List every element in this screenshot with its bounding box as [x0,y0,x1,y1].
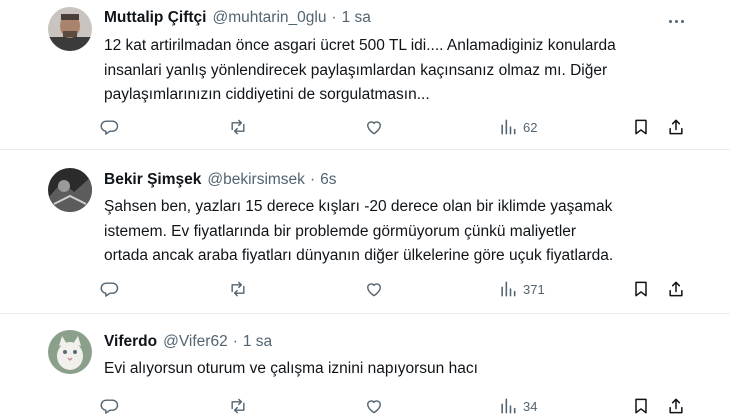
share-icon [669,398,683,414]
bookmark-button[interactable] [631,116,651,138]
reply-button[interactable] [100,116,120,138]
author-name[interactable]: Viferdo [104,333,157,351]
bookmark-icon [635,398,647,414]
tweet-text-line: ortada ancak araba fiyatları dünyanın di… [104,247,614,264]
views-icon [501,119,516,135]
reply-icon [100,399,119,414]
share-button[interactable] [666,395,686,417]
share-icon [669,119,683,135]
like-button[interactable] [364,278,384,300]
like-icon [367,121,381,135]
views-count: 371 [523,281,545,297]
like-button[interactable] [364,116,384,138]
reply-feed: Muttalip Çiftçi @muhtarin_0glu · 1 sa 12… [0,0,730,420]
tweet-actions: 371 [100,278,690,300]
timestamp[interactable]: 6s [320,171,336,189]
views-icon [501,281,516,297]
avatar[interactable] [48,330,92,374]
author-handle[interactable]: @bekirsimsek [207,171,305,189]
retweet-button[interactable] [228,116,248,138]
retweet-icon [231,281,245,297]
author-handle[interactable]: @Vifer62 [163,333,228,351]
tweet-text-line: istemem. Ev fiyatlarında bir problemde g… [104,222,577,240]
author-name[interactable]: Bekir Şimşek [104,171,201,189]
reply-icon [100,120,119,135]
views-icon [501,398,516,414]
bookmark-button[interactable] [631,278,651,300]
tweet-header: Viferdo @Vifer62 · 1 sa [104,333,272,351]
retweet-icon [231,119,245,135]
views-button[interactable]: 62 [498,116,537,138]
tweet-text-line: Evi alıyorsun oturum ve çalışma iznini n… [104,360,478,377]
tweet-text: Evi alıyorsun oturum ve çalışma iznini n… [104,357,478,382]
bookmark-icon [635,119,647,135]
share-icon [669,281,683,297]
retweet-button[interactable] [228,278,248,300]
timestamp[interactable]: 1 sa [243,333,272,351]
bookmark-button[interactable] [631,395,651,417]
retweet-icon [231,398,245,414]
tweet-text-line: 12 kat artirilmadan önce asgari ücret 50… [104,37,616,54]
author-name[interactable]: Muttalip Çiftçi [104,9,206,27]
more-icon[interactable] [666,11,686,31]
like-button[interactable] [364,395,384,417]
author-handle[interactable]: @muhtarin_0glu [212,9,326,27]
tweet-actions: 62 [100,116,690,138]
retweet-button[interactable] [228,395,248,417]
views-button[interactable]: 34 [498,395,537,417]
separator-dot: · [232,333,238,350]
timestamp[interactable]: 1 sa [342,9,371,27]
tweet-text-line: paylaşımlarınızın ciddiyetini de sorgula… [104,86,430,103]
separator-dot: · [331,9,337,26]
views-button[interactable]: 371 [498,278,545,300]
tweet-header: Muttalip Çiftçi @muhtarin_0glu · 1 sa [104,9,371,27]
avatar[interactable] [48,168,92,212]
separator-dot: · [309,171,316,188]
tweet-text: 12 kat artirilmadan önce asgari ücret 50… [104,34,616,108]
reply-button[interactable] [100,278,120,300]
tweet-text-line: Şahsen ben, yazları 15 derece kışları -2… [104,198,613,215]
reply-icon [100,282,119,297]
like-icon [367,283,381,297]
like-icon [367,400,381,414]
share-button[interactable] [666,278,686,300]
avatar[interactable] [48,7,92,51]
views-count: 34 [523,398,538,414]
tweet-text: Şahsen ben, yazları 15 derece kışları -2… [104,195,613,269]
tweet-text-line: insanlari yanlış yönlendirecek paylaşıml… [104,61,608,79]
bookmark-icon [635,281,647,297]
reply-button[interactable] [100,395,120,417]
tweet-header: Bekir Şimşek @bekirsimsek · 6s [104,171,336,189]
views-count: 62 [523,119,538,135]
tweet-actions: 34 [100,395,690,417]
share-button[interactable] [666,116,686,138]
